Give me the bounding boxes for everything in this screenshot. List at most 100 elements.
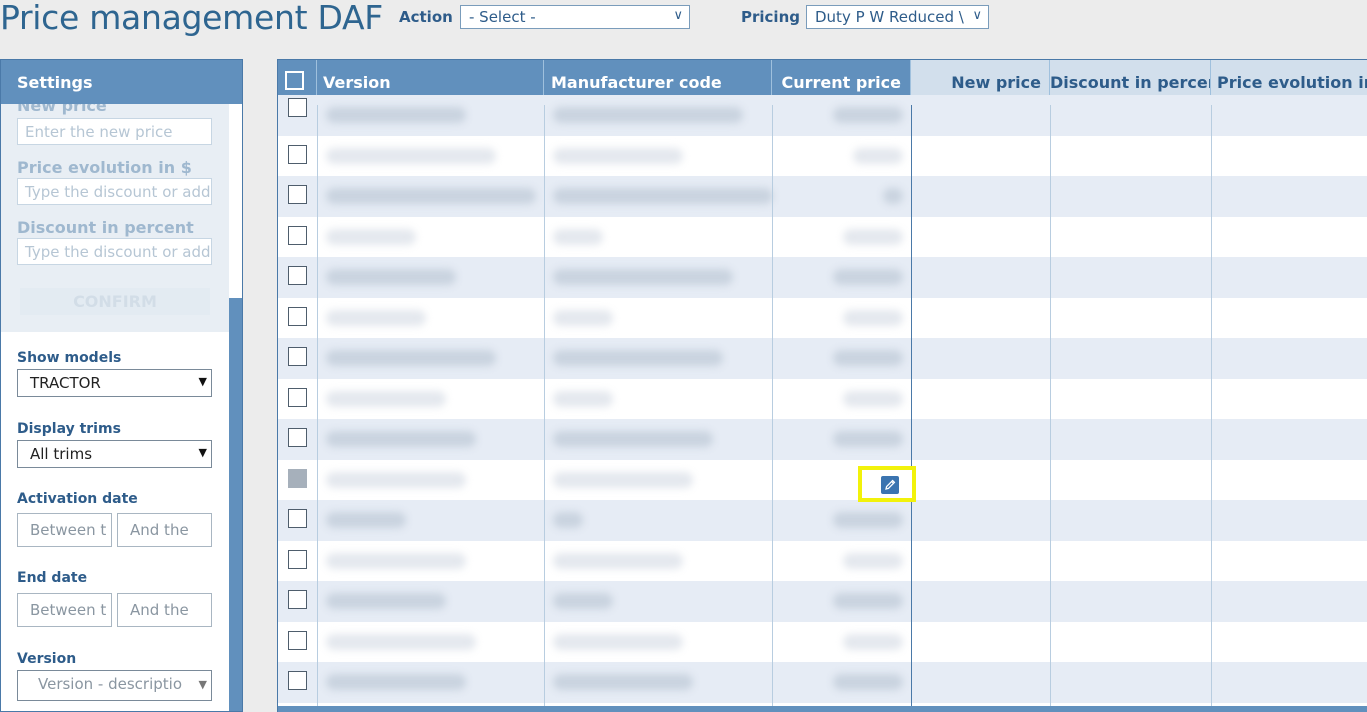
col-divider bbox=[317, 105, 318, 712]
redacted-cell bbox=[326, 269, 456, 285]
redacted-cell bbox=[553, 471, 693, 488]
table-row[interactable] bbox=[278, 581, 1367, 622]
grid-footer-bar bbox=[278, 706, 1367, 712]
redacted-cell bbox=[326, 147, 496, 164]
table-row[interactable] bbox=[278, 297, 1367, 338]
redacted-cell bbox=[553, 309, 613, 326]
discount-percent-label: Discount in percent bbox=[17, 218, 194, 237]
version-placeholder: Version - descriptio bbox=[38, 675, 183, 693]
redacted-cell bbox=[853, 147, 903, 164]
edit-cell-highlight[interactable] bbox=[858, 466, 916, 502]
redacted-cell bbox=[553, 269, 733, 285]
show-models-select[interactable]: TRACTOR ▼ bbox=[17, 369, 212, 397]
confirm-button[interactable]: CONFIRM bbox=[20, 288, 210, 315]
new-price-input[interactable]: Enter the new price bbox=[17, 118, 212, 145]
redacted-cell bbox=[833, 593, 903, 609]
redacted-cell bbox=[843, 552, 903, 569]
redacted-cell bbox=[326, 350, 496, 366]
redacted-cell bbox=[833, 107, 903, 123]
end-date-label: End date bbox=[17, 570, 88, 586]
price-evolution-label: Price evolution in $ bbox=[17, 158, 192, 177]
chevron-down-icon: ∨ bbox=[673, 8, 683, 23]
table-row[interactable] bbox=[278, 176, 1367, 217]
row-checkbox[interactable] bbox=[288, 347, 307, 366]
version-select[interactable]: Version - descriptio ▼ bbox=[17, 670, 212, 701]
table-row[interactable] bbox=[278, 135, 1367, 176]
price-evolution-input[interactable]: Type the discount or addi bbox=[17, 178, 212, 205]
row-checkbox[interactable] bbox=[288, 266, 307, 285]
table-row[interactable] bbox=[278, 419, 1367, 460]
discount-percent-input[interactable]: Type the discount or addi bbox=[17, 238, 212, 265]
row-checkbox[interactable] bbox=[288, 590, 307, 609]
redacted-cell bbox=[326, 228, 416, 245]
table-row[interactable] bbox=[278, 378, 1367, 419]
redacted-cell bbox=[326, 674, 466, 690]
dropdown-arrow-icon: ▼ bbox=[198, 375, 207, 388]
sidebar-scrollbar-thumb[interactable] bbox=[229, 298, 242, 711]
sidebar-title: Settings bbox=[1, 60, 242, 104]
table-row[interactable] bbox=[278, 621, 1367, 662]
col-divider bbox=[544, 105, 545, 712]
end-date-from[interactable]: Between t bbox=[17, 593, 112, 627]
redacted-cell bbox=[883, 188, 903, 204]
redacted-cell bbox=[326, 431, 476, 447]
show-models-value: TRACTOR bbox=[30, 374, 101, 392]
activation-date-from[interactable]: Between t bbox=[17, 513, 112, 547]
activation-date-to[interactable]: And the bbox=[117, 513, 212, 547]
dropdown-arrow-icon: ▼ bbox=[198, 446, 207, 459]
row-checkbox[interactable] bbox=[288, 387, 307, 407]
redacted-cell bbox=[326, 188, 536, 204]
select-all-checkbox[interactable] bbox=[285, 71, 304, 90]
redacted-cell bbox=[553, 431, 713, 447]
page-title: Price management DAF bbox=[0, 0, 383, 37]
col-divider bbox=[1211, 105, 1212, 712]
end-date-to[interactable]: And the bbox=[117, 593, 212, 627]
table-row[interactable] bbox=[278, 95, 1367, 136]
redacted-cell bbox=[326, 512, 406, 528]
pencil-edit-icon[interactable] bbox=[881, 476, 899, 494]
row-checkbox[interactable] bbox=[288, 225, 307, 245]
row-checkbox[interactable] bbox=[288, 185, 307, 204]
redacted-cell bbox=[833, 431, 903, 447]
row-checkbox[interactable] bbox=[288, 468, 307, 488]
settings-sidebar: Settings New price Enter the new price P… bbox=[0, 59, 243, 712]
redacted-cell bbox=[326, 107, 466, 123]
row-checkbox[interactable] bbox=[288, 144, 307, 164]
display-trims-label: Display trims bbox=[17, 421, 121, 437]
display-trims-select[interactable]: All trims ▼ bbox=[17, 440, 212, 468]
redacted-cell bbox=[553, 512, 583, 528]
row-checkbox[interactable] bbox=[288, 549, 307, 569]
row-checkbox[interactable] bbox=[288, 509, 307, 528]
action-select[interactable]: - Select - ∨ bbox=[460, 5, 690, 29]
redacted-cell bbox=[553, 633, 683, 650]
row-checkbox[interactable] bbox=[288, 630, 307, 650]
row-checkbox[interactable] bbox=[288, 428, 307, 447]
pricing-select[interactable]: Duty P W Reduced \ ∨ bbox=[806, 5, 989, 29]
redacted-cell bbox=[843, 390, 903, 407]
bulk-edit-panel: New price Enter the new price Price evol… bbox=[1, 104, 229, 332]
table-row[interactable] bbox=[278, 540, 1367, 581]
redacted-cell bbox=[833, 350, 903, 366]
table-row[interactable] bbox=[278, 257, 1367, 298]
redacted-cell bbox=[553, 593, 613, 609]
table-row[interactable] bbox=[278, 338, 1367, 379]
col-divider bbox=[772, 105, 773, 712]
table-row[interactable] bbox=[278, 216, 1367, 257]
redacted-cell bbox=[553, 552, 683, 569]
table-row[interactable] bbox=[278, 500, 1367, 541]
row-checkbox[interactable] bbox=[288, 98, 307, 117]
redacted-cell bbox=[833, 674, 903, 690]
activation-date-label: Activation date bbox=[17, 491, 138, 507]
redacted-cell bbox=[553, 228, 603, 245]
new-price-label: New price bbox=[17, 104, 107, 115]
table-row[interactable] bbox=[278, 662, 1367, 703]
action-select-value: - Select - bbox=[469, 8, 536, 26]
redacted-cell bbox=[553, 390, 613, 407]
row-checkbox[interactable] bbox=[288, 671, 307, 690]
table-row[interactable] bbox=[278, 459, 1367, 500]
chevron-down-icon: ∨ bbox=[972, 8, 982, 23]
col-divider bbox=[911, 105, 912, 712]
pricing-label: Pricing bbox=[741, 8, 800, 26]
pricing-select-value: Duty P W Reduced \ bbox=[815, 8, 964, 26]
row-checkbox[interactable] bbox=[288, 306, 307, 326]
